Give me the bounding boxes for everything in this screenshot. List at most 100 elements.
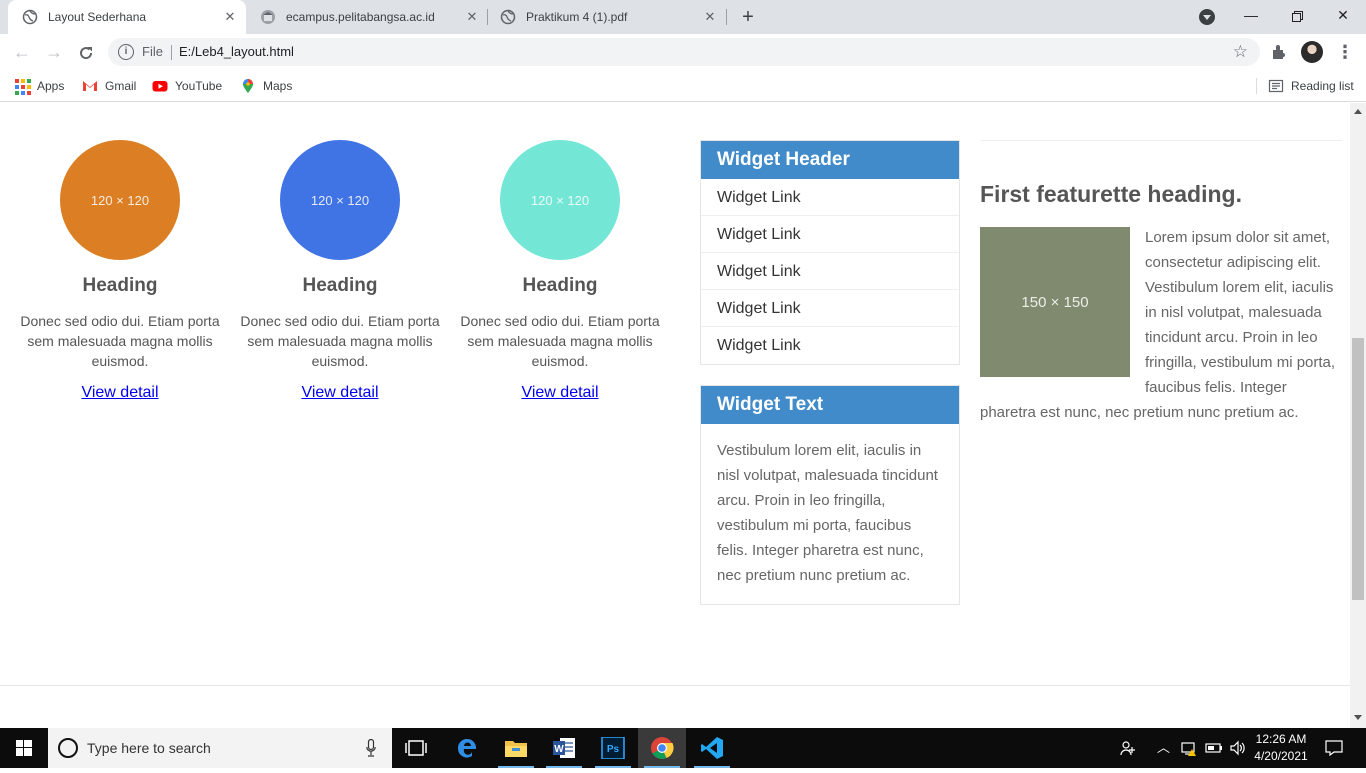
tab-ecampus[interactable]: ecampus.pelitabangsa.ac.id ✕ xyxy=(246,0,488,34)
battery-icon[interactable] xyxy=(1205,740,1223,760)
widget-text-body: Vestibulum lorem elit, iaculis in nisl v… xyxy=(717,442,938,584)
circle-placeholder-image: 120 × 120 xyxy=(280,140,400,260)
new-tab-button[interactable]: + xyxy=(738,7,758,27)
tab-praktikum-pdf[interactable]: Praktikum 4 (1).pdf ✕ xyxy=(486,0,726,34)
globe-icon xyxy=(500,9,516,25)
scroll-down-arrow-icon[interactable] xyxy=(1354,715,1362,720)
tab-layout-sederhana[interactable]: Layout Sederhana ✕ xyxy=(8,0,246,34)
word-icon: W xyxy=(553,738,575,758)
show-hidden-icons-icon[interactable]: ︿ xyxy=(1157,740,1170,756)
bookmark-star-icon[interactable]: ☆ xyxy=(1233,42,1248,62)
vscode-icon xyxy=(701,737,723,759)
view-detail-link[interactable]: View detail xyxy=(301,384,378,402)
file-explorer-taskbar-button[interactable] xyxy=(492,728,540,768)
featurette-placeholder-image: 150 × 150 xyxy=(980,227,1130,377)
task-view-button[interactable] xyxy=(392,728,440,768)
back-button[interactable]: ← xyxy=(10,40,34,64)
close-window-button[interactable]: ✕ xyxy=(1320,0,1366,30)
apps-grid-icon xyxy=(14,78,31,95)
people-icon[interactable] xyxy=(1120,740,1136,760)
scheme-label: File xyxy=(142,44,163,59)
svg-text:Ps: Ps xyxy=(607,744,620,755)
widget-link[interactable]: Widget Link xyxy=(701,327,959,364)
edge-taskbar-button[interactable] xyxy=(443,728,491,768)
gmail-icon xyxy=(83,81,97,91)
bookmarks-divider xyxy=(1256,78,1257,94)
page-viewport: 120 × 120 Heading Donec sed odio dui. Et… xyxy=(0,103,1350,728)
restore-button[interactable] xyxy=(1274,0,1320,30)
close-tab-icon[interactable]: ✕ xyxy=(222,9,238,25)
widget-link[interactable]: Widget Link xyxy=(701,216,959,253)
bookmark-label: Apps xyxy=(37,79,65,93)
campus-logo-icon xyxy=(261,10,275,24)
column-heading: Heading xyxy=(302,275,378,296)
vscode-taskbar-button[interactable] xyxy=(688,728,736,768)
widget-header: Widget Header xyxy=(701,141,959,179)
youtube-icon xyxy=(152,81,168,92)
profile-avatar[interactable] xyxy=(1301,41,1323,63)
file-explorer-icon xyxy=(505,741,527,757)
word-taskbar-button[interactable]: W xyxy=(540,728,588,768)
windows-logo-icon xyxy=(16,740,32,756)
info-icon[interactable]: i xyxy=(118,44,134,60)
extensions-icon[interactable] xyxy=(1270,43,1288,61)
widget-text-header: Widget Text xyxy=(701,386,959,424)
forward-button[interactable]: → xyxy=(42,40,66,64)
omnibox-divider xyxy=(171,45,172,60)
url-text[interactable]: E:/Leb4_layout.html xyxy=(179,44,294,59)
bookmark-apps[interactable]: Apps xyxy=(14,77,64,95)
cortana-icon xyxy=(58,738,78,758)
browser-toolbar: ← → i File E:/Leb4_layout.html ☆ ⋮ xyxy=(0,34,1366,70)
photoshop-taskbar-button[interactable]: Ps xyxy=(589,728,637,768)
start-button[interactable] xyxy=(0,728,48,768)
column-heading: Heading xyxy=(522,275,598,296)
chrome-menu-icon[interactable]: ⋮ xyxy=(1336,42,1354,62)
widget-link[interactable]: Widget Link xyxy=(701,253,959,290)
reading-list-button[interactable]: Reading list xyxy=(1268,77,1354,95)
view-detail-link[interactable]: View detail xyxy=(521,384,598,402)
bookmark-maps[interactable]: Maps xyxy=(240,77,292,95)
footer-divider xyxy=(0,685,1350,686)
notification-center-icon[interactable] xyxy=(1325,740,1343,760)
placeholder-size-label: 120 × 120 xyxy=(90,192,150,208)
globe-icon xyxy=(22,9,38,25)
placeholder-size-label: 120 × 120 xyxy=(310,192,370,208)
column-text: Donec sed odio dui. Etiam porta sem male… xyxy=(20,313,220,369)
widget-link[interactable]: Widget Link xyxy=(701,290,959,327)
tab-search-icon[interactable] xyxy=(1199,9,1215,25)
bookmark-label: YouTube xyxy=(175,79,223,93)
marketing-column-3: 120 × 120 Heading Donec sed odio dui. Et… xyxy=(450,140,670,402)
featurette-divider xyxy=(980,140,1342,141)
reload-icon xyxy=(80,47,93,60)
minimize-button[interactable]: — xyxy=(1228,0,1274,30)
clock-time[interactable]: 12:26 AM xyxy=(1250,732,1312,746)
close-tab-icon[interactable]: ✕ xyxy=(464,9,480,25)
bookmark-youtube[interactable]: YouTube xyxy=(152,77,222,95)
reload-button[interactable] xyxy=(74,40,98,64)
scroll-up-arrow-icon[interactable] xyxy=(1354,109,1362,114)
view-detail-link[interactable]: View detail xyxy=(81,384,158,402)
widget-link[interactable]: Widget Link xyxy=(701,179,959,216)
bookmarks-bar: Apps Gmail YouTube Maps Reading list xyxy=(0,70,1366,102)
bookmark-label: Maps xyxy=(263,79,293,93)
scroll-thumb[interactable] xyxy=(1352,338,1364,600)
reading-list-icon xyxy=(1268,79,1284,93)
network-warning-icon[interactable] xyxy=(1181,740,1199,760)
maps-icon xyxy=(243,79,253,93)
circle-placeholder-image: 120 × 120 xyxy=(60,140,180,260)
clock-date[interactable]: 4/20/2021 xyxy=(1250,749,1312,763)
volume-icon[interactable] xyxy=(1229,740,1247,760)
chrome-taskbar-button[interactable] xyxy=(638,728,686,768)
close-tab-icon[interactable]: ✕ xyxy=(702,9,718,25)
taskbar-search-box[interactable]: Type here to search xyxy=(48,728,392,768)
address-bar[interactable]: i File E:/Leb4_layout.html ☆ xyxy=(108,38,1260,66)
page-scrollbar[interactable] xyxy=(1350,103,1366,728)
tab-title: Praktikum 4 (1).pdf xyxy=(526,10,628,24)
tab-divider xyxy=(726,9,727,25)
bookmark-gmail[interactable]: Gmail xyxy=(82,77,136,95)
photoshop-icon: Ps xyxy=(601,737,625,759)
tab-title: ecampus.pelitabangsa.ac.id xyxy=(286,10,435,24)
tab-title: Layout Sederhana xyxy=(48,10,147,24)
microphone-icon[interactable] xyxy=(366,739,376,757)
bookmark-label: Gmail xyxy=(105,79,137,93)
